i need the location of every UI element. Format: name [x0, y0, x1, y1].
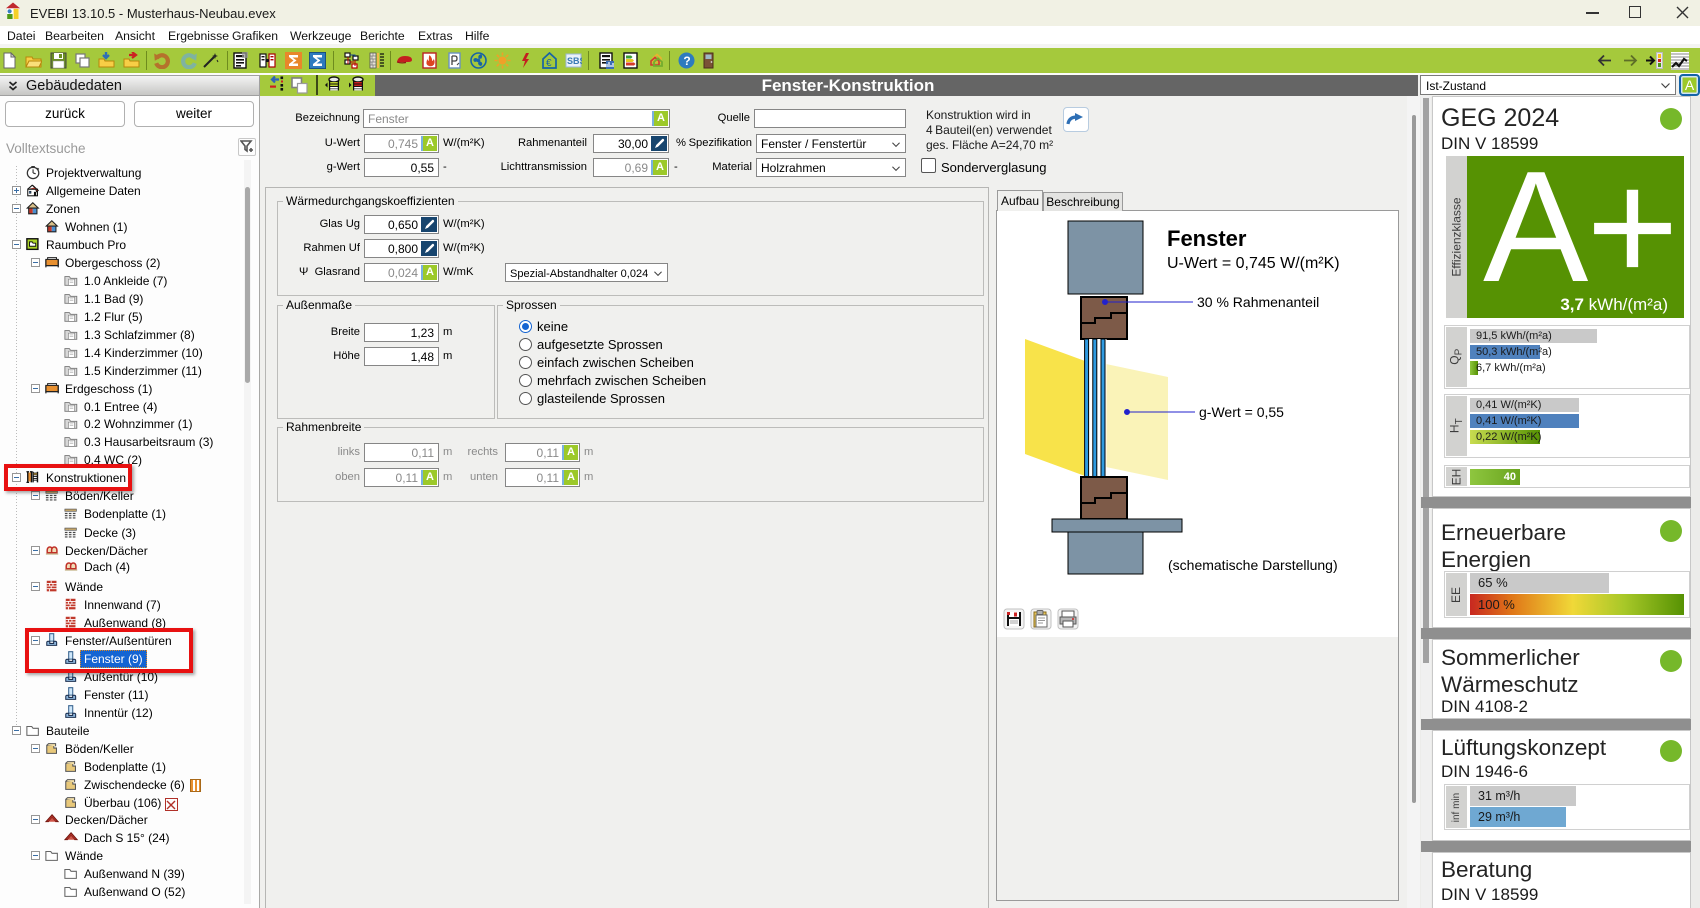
svg-text:Fenster: Fenster: [1167, 226, 1247, 251]
svg-text:(schematische Darstellung): (schematische Darstellung): [1168, 557, 1338, 573]
svg-text:SBS: SBS: [567, 56, 582, 66]
svg-text:€: €: [546, 58, 552, 69]
svg-text:?: ?: [683, 54, 690, 68]
svg-text:30 % Rahmenanteil: 30 % Rahmenanteil: [1197, 294, 1319, 310]
svg-text:g-Wert = 0,55: g-Wert = 0,55: [1199, 404, 1284, 420]
svg-text:U-Wert = 0,745 W/(m²K): U-Wert = 0,745 W/(m²K): [1167, 255, 1340, 272]
